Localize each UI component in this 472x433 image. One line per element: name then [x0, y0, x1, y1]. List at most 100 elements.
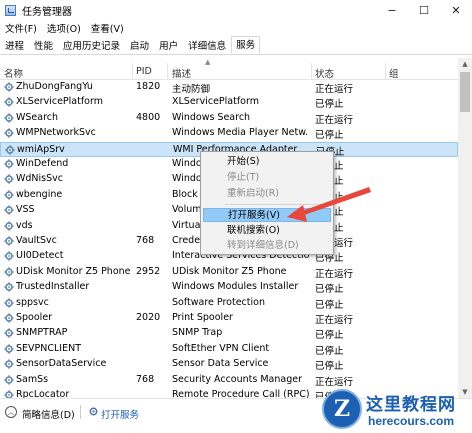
tab-details[interactable]: 详细信息 [183, 38, 231, 54]
service-gear-icon [4, 328, 14, 339]
minimize-button[interactable]: − [376, 0, 408, 20]
column-header-description[interactable]: 描述 [172, 66, 191, 80]
service-name: UDisk Monitor Z5 Phone [16, 265, 131, 277]
fewer-details-link[interactable]: 简略信息(D) [22, 407, 75, 421]
service-gear-icon [4, 97, 14, 108]
menu-view[interactable]: 查看(V) [86, 21, 129, 35]
service-status: 已停止 [315, 130, 344, 142]
chevron-up-icon[interactable]: ︿ [5, 406, 17, 418]
service-row[interactable]: WMPNetworkSvc Windows Media Player Netw..… [0, 126, 458, 141]
service-gear-icon [4, 344, 14, 354]
context-menu-open-services[interactable]: 打开服务(V) [203, 208, 331, 222]
title-bar: 任务管理器 − ☐ ✕ [0, 0, 472, 20]
column-header-group[interactable]: 组 [389, 66, 399, 80]
service-row[interactable]: sppsvc Software Protection 已停止 [0, 296, 458, 311]
context-menu-divider [225, 204, 329, 205]
service-gear-icon [4, 236, 14, 246]
service-name: WMPNetworkSvc [16, 127, 96, 139]
column-divider[interactable] [385, 63, 386, 80]
tab-app-history[interactable]: 应用历史记录 [58, 38, 125, 54]
service-row[interactable]: SEVPNCLIENT SoftEther VPN Client 已停止 [0, 342, 458, 357]
column-divider[interactable] [167, 63, 168, 80]
service-name: UI0Detect [16, 250, 64, 262]
menu-options[interactable]: 选项(O) [42, 21, 86, 35]
service-description: Security Accounts Manager [172, 373, 302, 385]
service-gear-icon [4, 159, 14, 169]
menu-file[interactable]: 文件(F) [0, 21, 42, 35]
service-status: 已停止 [315, 299, 344, 311]
service-pid: 2952 [136, 265, 161, 277]
tab-processes[interactable]: 进程 [0, 38, 29, 54]
service-gear-icon [4, 220, 14, 231]
tab-performance[interactable]: 性能 [29, 38, 58, 54]
watermark-url: herecours.com [368, 414, 455, 428]
window-controls: − ☐ ✕ [376, 0, 472, 20]
watermark-logo-icon: Z [322, 389, 362, 429]
service-status: 正在运行 [315, 315, 354, 326]
maximize-button[interactable]: ☐ [408, 0, 440, 20]
service-name: wbengine [16, 188, 63, 200]
service-row[interactable]: ZhuDongFangYu 1820 主动防御 正在运行 [0, 80, 458, 95]
service-row[interactable]: SNMPTRAP SNMP Trap 已停止 [0, 326, 458, 341]
service-gear-icon [4, 113, 14, 123]
service-gear-icon [4, 390, 14, 398]
service-description: Print Spooler [172, 312, 233, 323]
tab-bar: 进程 性能 应用历史记录 启动 用户 详细信息 服务 [0, 36, 472, 55]
open-services-link[interactable]: 打开服务 [101, 407, 139, 421]
service-name: SamSs [16, 373, 49, 385]
service-row[interactable]: SensorDataService Sensor Data Service 已停止 [0, 357, 458, 372]
service-gear-icon [4, 190, 14, 200]
scroll-thumb[interactable] [460, 72, 470, 112]
service-description: Windows Search [172, 111, 251, 123]
service-gear-icon [5, 144, 15, 155]
service-status: 已停止 [315, 99, 344, 111]
close-button[interactable]: ✕ [440, 0, 472, 20]
service-gear-icon [4, 359, 14, 369]
service-description: Software Protection [172, 296, 265, 308]
watermark: Z 这里教程网 herecours.com [318, 386, 472, 433]
scroll-up-icon[interactable]: ▲ [458, 58, 472, 70]
service-description: XLServicePlatform [172, 96, 259, 108]
service-name: wmiApSrv [17, 143, 65, 155]
context-menu-go-to-details[interactable]: 转到详细信息(D) [203, 239, 331, 253]
service-description: Sensor Data Service [172, 358, 269, 370]
service-name: XLServicePlatform [16, 96, 103, 108]
service-row[interactable]: TrustedInstaller Windows Modules Installe… [0, 280, 458, 295]
context-menu-stop[interactable]: 停止(T) [203, 171, 331, 185]
context-menu-restart[interactable]: 重新启动(R) [203, 187, 331, 201]
service-row[interactable]: UDisk Monitor Z5 Phone 2952 UDisk Monitor … [0, 265, 458, 280]
column-divider[interactable] [132, 63, 133, 80]
tab-startup[interactable]: 启动 [125, 38, 154, 54]
task-manager-icon [5, 4, 16, 16]
service-description: SNMP Trap [172, 327, 223, 339]
column-divider[interactable] [311, 63, 312, 80]
context-menu-search-online[interactable]: 联机搜索(O) [203, 224, 331, 238]
footer-divider [80, 405, 81, 419]
column-header-pid[interactable]: PID [136, 66, 152, 77]
service-name: RpcLocator [16, 389, 70, 398]
tab-users[interactable]: 用户 [154, 38, 183, 54]
service-name: WSearch [16, 111, 59, 123]
service-row[interactable]: WSearch 4800 Windows Search 正在运行 [0, 111, 458, 126]
context-menu-start[interactable]: 开始(S) [203, 155, 331, 169]
service-name: Spooler [16, 312, 53, 323]
service-description: SoftEther VPN Client [172, 342, 270, 354]
column-header-status[interactable]: 状态 [315, 66, 334, 80]
watermark-title: 这里教程网 [366, 395, 456, 415]
service-description: Windows Modules Installer [172, 281, 299, 293]
service-description: UDisk Monitor Z5 Phone [172, 265, 287, 277]
service-row[interactable]: XLServicePlatform XLServicePlatform 已停止 [0, 95, 458, 110]
service-name: vds [16, 219, 33, 231]
menu-bar: 文件(F) 选项(O) 查看(V) [0, 20, 472, 36]
column-headers: ▲ 名称 PID 描述 状态 组 [0, 58, 458, 80]
service-status: 已停止 [315, 361, 344, 373]
service-gear-icon [4, 205, 14, 215]
service-name: VSS [16, 204, 35, 216]
tab-services[interactable]: 服务 [231, 36, 261, 54]
column-header-name[interactable]: 名称 [4, 66, 23, 80]
service-pid: 4800 [136, 111, 161, 123]
vertical-scrollbar[interactable]: ▲ ▼ [458, 58, 472, 398]
service-row[interactable]: Spooler 2020 Print Spooler 正在运行 [0, 311, 458, 326]
service-pid: 768 [136, 373, 155, 385]
service-pid: 1820 [136, 81, 161, 92]
